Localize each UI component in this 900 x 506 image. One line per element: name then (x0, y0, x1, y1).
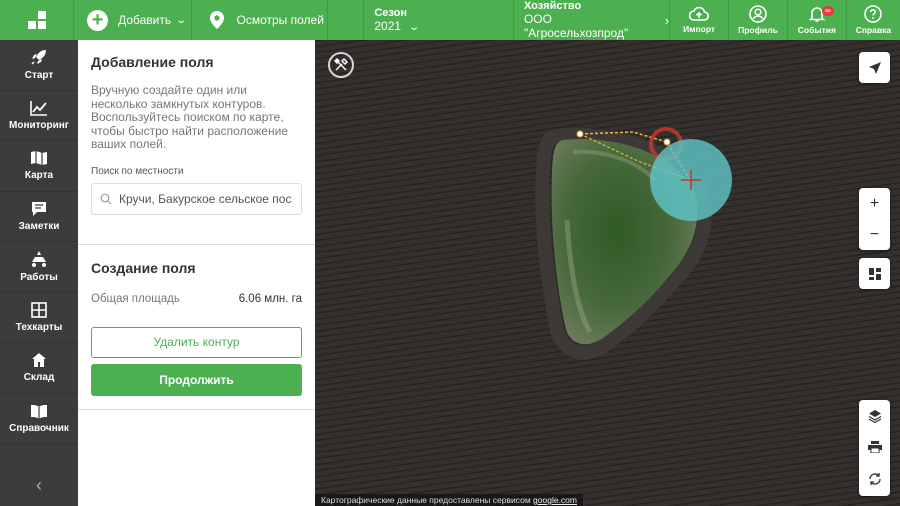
app-logo[interactable] (0, 0, 75, 40)
profile-button[interactable]: Профиль (729, 0, 788, 40)
sidebar-item-label: Техкарты (15, 321, 63, 333)
chevron-down-icon: ⌄ (175, 14, 188, 26)
zoom-out-button[interactable]: − (870, 226, 879, 244)
attribution-link[interactable]: google.com (533, 495, 577, 505)
sidebar: Старт Мониторинг Карта Заметки Работы Те… (0, 40, 78, 506)
cloud-upload-icon (689, 6, 710, 21)
search-label: Поиск по местности (91, 165, 184, 177)
search-value: Кручи, Бакурское сельское пос (119, 191, 292, 206)
location-search-input[interactable]: Кручи, Бакурское сельское пос (91, 182, 302, 215)
map-imagery (315, 40, 900, 506)
map-attribution: Картографические данные предоставлены се… (315, 494, 583, 506)
sidebar-item-techcards[interactable]: Техкарты (0, 293, 78, 343)
events-badge: ∞ (821, 6, 834, 16)
import-button[interactable]: Импорт (670, 0, 730, 40)
location-pin-icon (210, 11, 225, 29)
inspections-label: Осмотры полей (236, 13, 324, 27)
add-label: Добавить (118, 13, 172, 27)
sidebar-item-label: Заметки (18, 220, 60, 232)
chart-icon (30, 100, 47, 116)
tools-button[interactable] (328, 52, 354, 78)
print-icon[interactable] (867, 441, 882, 453)
sidebar-item-map[interactable]: Карта (0, 141, 78, 192)
total-area-row: Общая площадь 6.06 млн. га (78, 293, 315, 305)
delete-contour-button[interactable]: Удалить контур (91, 326, 302, 358)
chevron-right-icon: › (664, 12, 670, 28)
home-icon (32, 353, 46, 368)
satellite-map[interactable]: + − Картографические данные предоставлен… (315, 40, 900, 506)
divider (78, 408, 315, 410)
sidebar-item-notes[interactable]: Заметки (0, 192, 78, 242)
rocket-icon (31, 50, 46, 65)
help-label: Справка (855, 25, 892, 35)
add-button[interactable]: + Добавить ⌄ (74, 0, 193, 40)
season-value: 2021 (374, 19, 402, 33)
field-inspections-button[interactable]: Осмотры полей (192, 0, 329, 40)
sidebar-item-label: Справочник (9, 422, 69, 434)
book-icon (31, 404, 47, 419)
tools-icon (334, 58, 348, 71)
my-location-button[interactable] (859, 52, 890, 83)
season-label: Сезон (374, 7, 407, 19)
dashboard-icon (868, 267, 881, 280)
help-button[interactable]: Справка (847, 0, 900, 40)
sidebar-collapse-button[interactable]: ‹ (0, 475, 78, 496)
help-icon (864, 5, 883, 23)
sidebar-item-label: Карта (24, 170, 54, 182)
note-icon (32, 201, 46, 216)
grid-icon (31, 301, 47, 318)
logo-icon (27, 11, 46, 29)
sidebar-item-reference[interactable]: Справочник (0, 394, 78, 444)
panel-description: Вручную создайте один или несколько замк… (91, 83, 288, 151)
sidebar-item-label: Склад (23, 372, 55, 384)
profile-label: Профиль (738, 25, 778, 35)
farm-selector[interactable]: Хозяйство ООО "Агросельхозпрод" › (514, 0, 671, 40)
divider (78, 243, 315, 245)
sidebar-item-works[interactable]: Работы (0, 242, 78, 293)
total-area-value: 6.06 млн. га (238, 292, 302, 305)
sidebar-item-label: Работы (20, 272, 58, 284)
events-button[interactable]: ∞ События (788, 0, 847, 40)
map-tools-control (859, 400, 890, 496)
map-view-button[interactable] (859, 258, 890, 289)
map-icon (31, 151, 47, 166)
total-area-label: Общая площадь (91, 292, 180, 305)
continue-button[interactable]: Продолжить (91, 363, 302, 396)
season-selector[interactable]: Сезон 2021 ⌄ (363, 0, 514, 40)
user-icon (749, 5, 767, 23)
top-bar: + Добавить ⌄ Осмотры полей Сезон 2021 ⌄ … (0, 0, 900, 40)
attribution-text: Картографические данные предоставлены се… (321, 495, 531, 505)
farm-value: ООО "Агросельхозпрод" (523, 12, 629, 40)
sidebar-item-start[interactable]: Старт (0, 40, 78, 91)
rotate-3d-icon[interactable] (867, 471, 883, 487)
chevron-down-icon: ⌄ (408, 22, 421, 33)
import-label: Импорт (683, 24, 716, 34)
plus-icon: + (87, 9, 109, 31)
layers-icon[interactable] (868, 409, 882, 423)
sidebar-item-label: Мониторинг (9, 119, 69, 131)
tractor-icon (32, 251, 46, 268)
events-label: События (797, 25, 836, 35)
panel-title: Добавление поля (91, 54, 214, 70)
farm-label: Хозяйство (523, 0, 582, 12)
sidebar-item-warehouse[interactable]: Склад (0, 343, 78, 394)
add-field-panel: Добавление поля Вручную создайте один ил… (78, 40, 315, 506)
zoom-in-button[interactable]: + (870, 195, 879, 213)
search-icon (100, 193, 112, 204)
sidebar-item-monitoring[interactable]: Мониторинг (0, 91, 78, 141)
navigation-arrow-icon (868, 61, 881, 74)
zoom-control: + − (859, 188, 890, 250)
create-field-title: Создание поля (91, 259, 196, 276)
sidebar-item-label: Старт (24, 70, 54, 82)
